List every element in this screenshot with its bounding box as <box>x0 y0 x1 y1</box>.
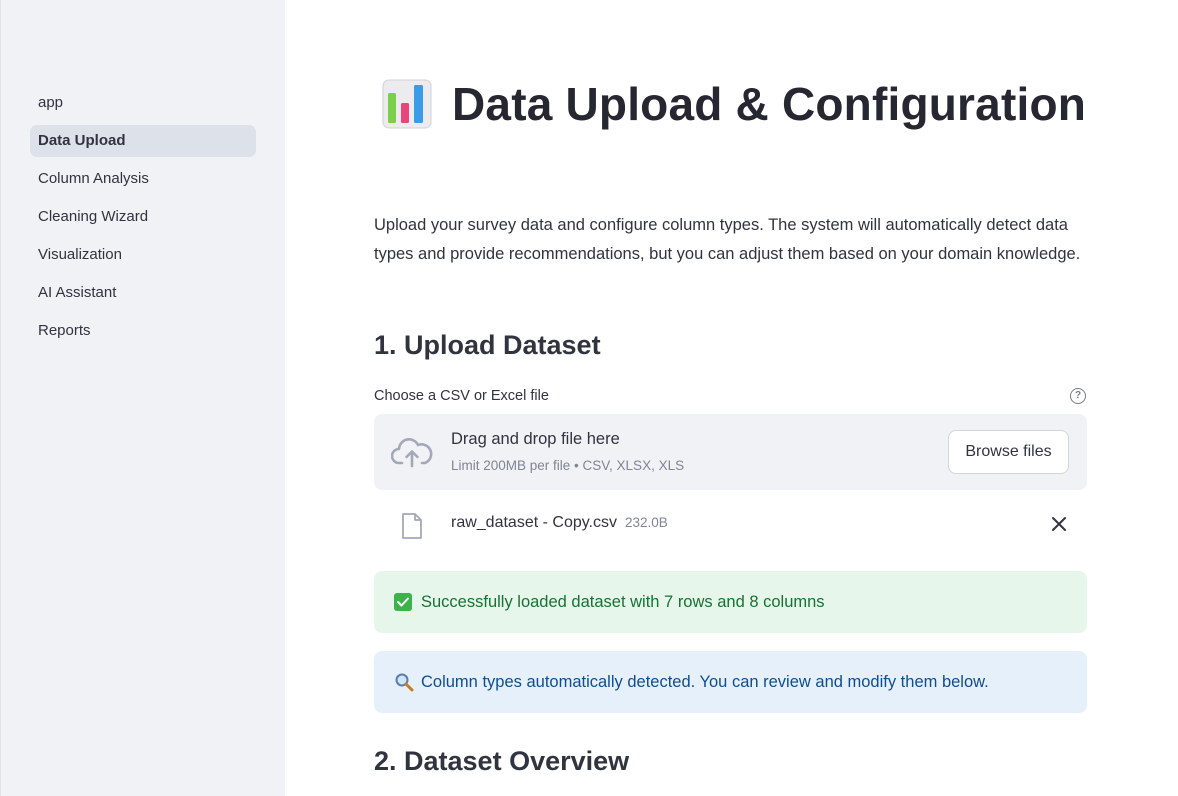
overview-heading: 2. Dataset Overview <box>374 746 630 776</box>
page-title: Data Upload & Configuration <box>452 78 1087 130</box>
upload-heading: 1. Upload Dataset <box>374 330 601 360</box>
browse-files-button[interactable]: Browse files <box>948 430 1069 474</box>
sidebar: app Data Upload Column Analysis Cleaning… <box>0 0 285 796</box>
check-icon <box>394 593 412 611</box>
sidebar-item-reports[interactable]: Reports <box>30 315 256 347</box>
sidebar-item-column-analysis[interactable]: Column Analysis <box>30 163 256 195</box>
sidebar-item-visualization[interactable]: Visualization <box>30 239 256 271</box>
bar-chart-icon <box>382 79 432 129</box>
help-icon[interactable]: ? <box>1070 388 1086 404</box>
close-icon[interactable] <box>1051 516 1067 532</box>
success-message: Successfully loaded dataset with 7 rows … <box>421 592 825 611</box>
file-uploader-label: Choose a CSV or Excel file <box>374 388 549 404</box>
sidebar-item-data-upload[interactable]: Data Upload <box>30 125 256 157</box>
file-icon <box>402 513 422 539</box>
file-dropzone[interactable]: Drag and drop file here Limit 200MB per … <box>374 414 1087 490</box>
info-alert: Column types automatically detected. You… <box>374 651 1087 713</box>
dropzone-limits: Limit 200MB per file • CSV, XLSX, XLS <box>451 458 685 473</box>
sidebar-item-cleaning-wizard[interactable]: Cleaning Wizard <box>30 201 256 233</box>
file-uploader-label-row: Choose a CSV or Excel file ? <box>374 386 1087 406</box>
file-size: 232.0B <box>625 515 668 530</box>
success-alert: Successfully loaded dataset with 7 rows … <box>374 571 1087 633</box>
file-name: raw_dataset - Copy.csv <box>451 514 617 531</box>
page-header: Data Upload & Configuration <box>382 76 1086 132</box>
sidebar-item-ai-assistant[interactable]: AI Assistant <box>30 277 256 309</box>
sidebar-nav: app Data Upload Column Analysis Cleaning… <box>30 87 256 353</box>
page-intro: Upload your survey data and configure co… <box>374 216 1081 263</box>
sidebar-item-app[interactable]: app <box>30 87 256 119</box>
magnifying-glass-icon <box>395 673 414 692</box>
dropzone-instructions: Drag and drop file here <box>451 430 620 448</box>
cloud-upload-icon <box>391 438 433 468</box>
info-message: Column types automatically detected. You… <box>421 672 989 691</box>
uploaded-file: raw_dataset - Copy.csv 232.0B <box>374 506 1087 546</box>
